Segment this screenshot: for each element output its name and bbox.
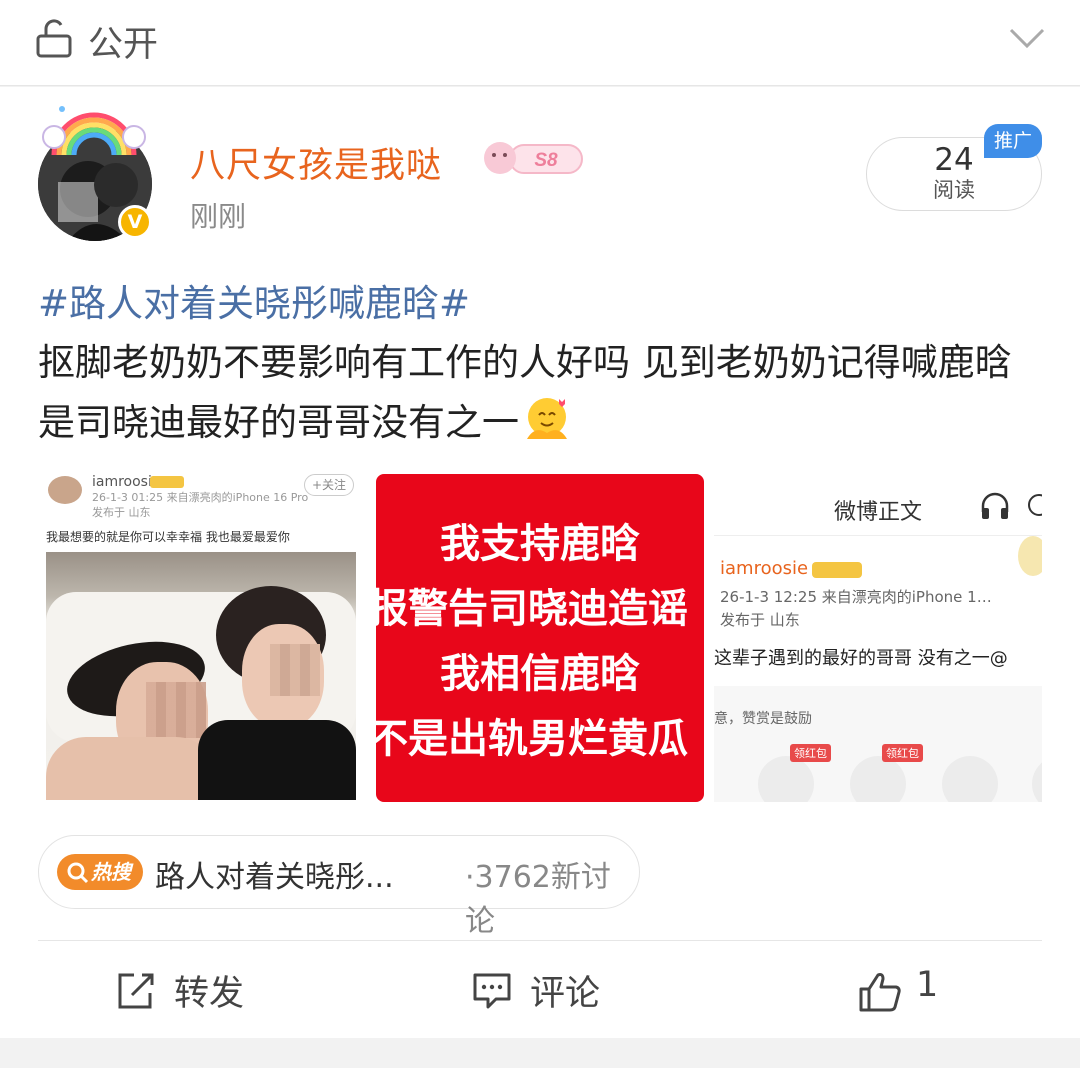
rainbow-frame-icon — [42, 106, 146, 156]
read-count-label: 阅读 — [933, 178, 975, 202]
crown-icon — [150, 476, 184, 488]
protest-line-3: 我相信鹿晗 — [440, 651, 640, 697]
protest-text: 我支持鹿晗 报警告司晓迪造谣 我相信鹿晗 不是出轨男烂黄瓜 — [376, 512, 704, 772]
level-text: S8 — [534, 150, 558, 171]
chevron-down-icon[interactable] — [1008, 24, 1046, 52]
search-icon — [67, 862, 89, 884]
post-image-1[interactable]: iamroosie +关注 26-1-3 01:25 来自漂亮肉的iPhone … — [38, 474, 365, 802]
image-header: 微博正文 — [714, 474, 1042, 536]
hashtag-link[interactable]: #路人对着关晓彤喊鹿晗# — [38, 273, 470, 327]
headphones-icon — [981, 492, 1009, 519]
visibility-bar[interactable]: 公开 — [0, 0, 1080, 86]
post-card: V 八尺女孩是我哒 S8 刚刚 24 阅读 推广 #路人对着关晓彤喊鹿晗# 抠脚… — [0, 87, 1080, 1038]
image-meta-line1: 26-1-3 01:25 来自漂亮肉的iPhone 16 Pro — [92, 491, 309, 504]
visibility-label: 公开 — [88, 25, 159, 65]
protest-line-2: 报警告司晓迪造谣 — [376, 586, 688, 632]
repost-label: 转发 — [174, 974, 245, 1014]
reward-note: 意，赞赏是鼓励 — [714, 711, 812, 727]
hot-search-pill[interactable]: 热搜 路人对着关晓彤... ·3762新讨论 — [38, 835, 640, 939]
hug-emoji-icon — [527, 398, 567, 439]
repost-icon — [118, 973, 154, 1009]
mosaic-blur — [270, 644, 320, 696]
image-meta-line2: 发布于 山东 — [92, 506, 151, 519]
protest-line-1: 我支持鹿晗 — [440, 521, 640, 567]
lock-icon — [36, 19, 72, 58]
image-meta-line2: 发布于 山东 — [720, 611, 800, 629]
divider — [38, 940, 1042, 941]
hot-search-title: 路人对着关晓彤... — [155, 860, 394, 895]
more-icon — [1028, 494, 1042, 516]
image-header-title: 微博正文 — [834, 500, 923, 525]
comment-label: 评论 — [530, 974, 601, 1014]
hot-search-badge: 热搜 — [57, 854, 143, 890]
image-text: 我最想要的就是你可以幸幸福 我也最爱最爱你 — [46, 530, 290, 544]
promo-badge[interactable]: 推广 — [984, 124, 1042, 158]
red-packet-tag: 领红包 — [790, 744, 831, 762]
avatar — [48, 476, 82, 504]
verified-badge: V — [118, 205, 152, 239]
post-time: 刚刚 — [190, 200, 247, 233]
red-packet-tag: 领红包 — [882, 744, 923, 762]
image-meta: 26-1-3 12:25 来自漂亮肉的iPhone 1… 发布于 山东 — [720, 586, 992, 632]
hot-search-badge-label: 热搜 — [91, 860, 131, 884]
like-count: 1 — [916, 965, 939, 1005]
level-badge: S8 — [484, 142, 583, 174]
post-image-3[interactable]: 微博正文 iamroosie 26-1-3 12:25 来自漂亮肉的iPhone… — [714, 474, 1042, 802]
crown-icon — [812, 562, 862, 578]
protest-line-4: 不是出轨男烂黄瓜 — [376, 716, 688, 762]
follow-button: +关注 — [304, 474, 354, 496]
thumbs-up-icon — [859, 973, 901, 1012]
image-meta-line1: 26-1-3 12:25 来自漂亮肉的iPhone 1… — [720, 588, 992, 606]
image-text: 这辈子遇到的最好的哥哥 没有之一@ — [714, 648, 1008, 669]
post-image-2[interactable]: 我支持鹿晗 报警告司晓迪造谣 我相信鹿晗 不是出轨男烂黄瓜 — [376, 474, 704, 802]
post-text: 抠脚老奶奶不要影响有工作的人好吗 见到老奶奶记得喊鹿晗是司晓迪最好的哥哥没有之一 — [38, 333, 1048, 453]
image-username: iamroosie — [720, 558, 809, 579]
couple-photo — [46, 552, 356, 800]
username[interactable]: 八尺女孩是我哒 — [190, 137, 442, 188]
sticker-icon — [1018, 536, 1042, 576]
hot-search-count: ·3762新讨论 — [465, 860, 611, 939]
image-meta: 26-1-3 01:25 来自漂亮肉的iPhone 16 Pro 发布于 山东 — [92, 490, 308, 520]
comment-icon — [473, 973, 511, 1009]
mosaic-blur — [146, 682, 206, 738]
